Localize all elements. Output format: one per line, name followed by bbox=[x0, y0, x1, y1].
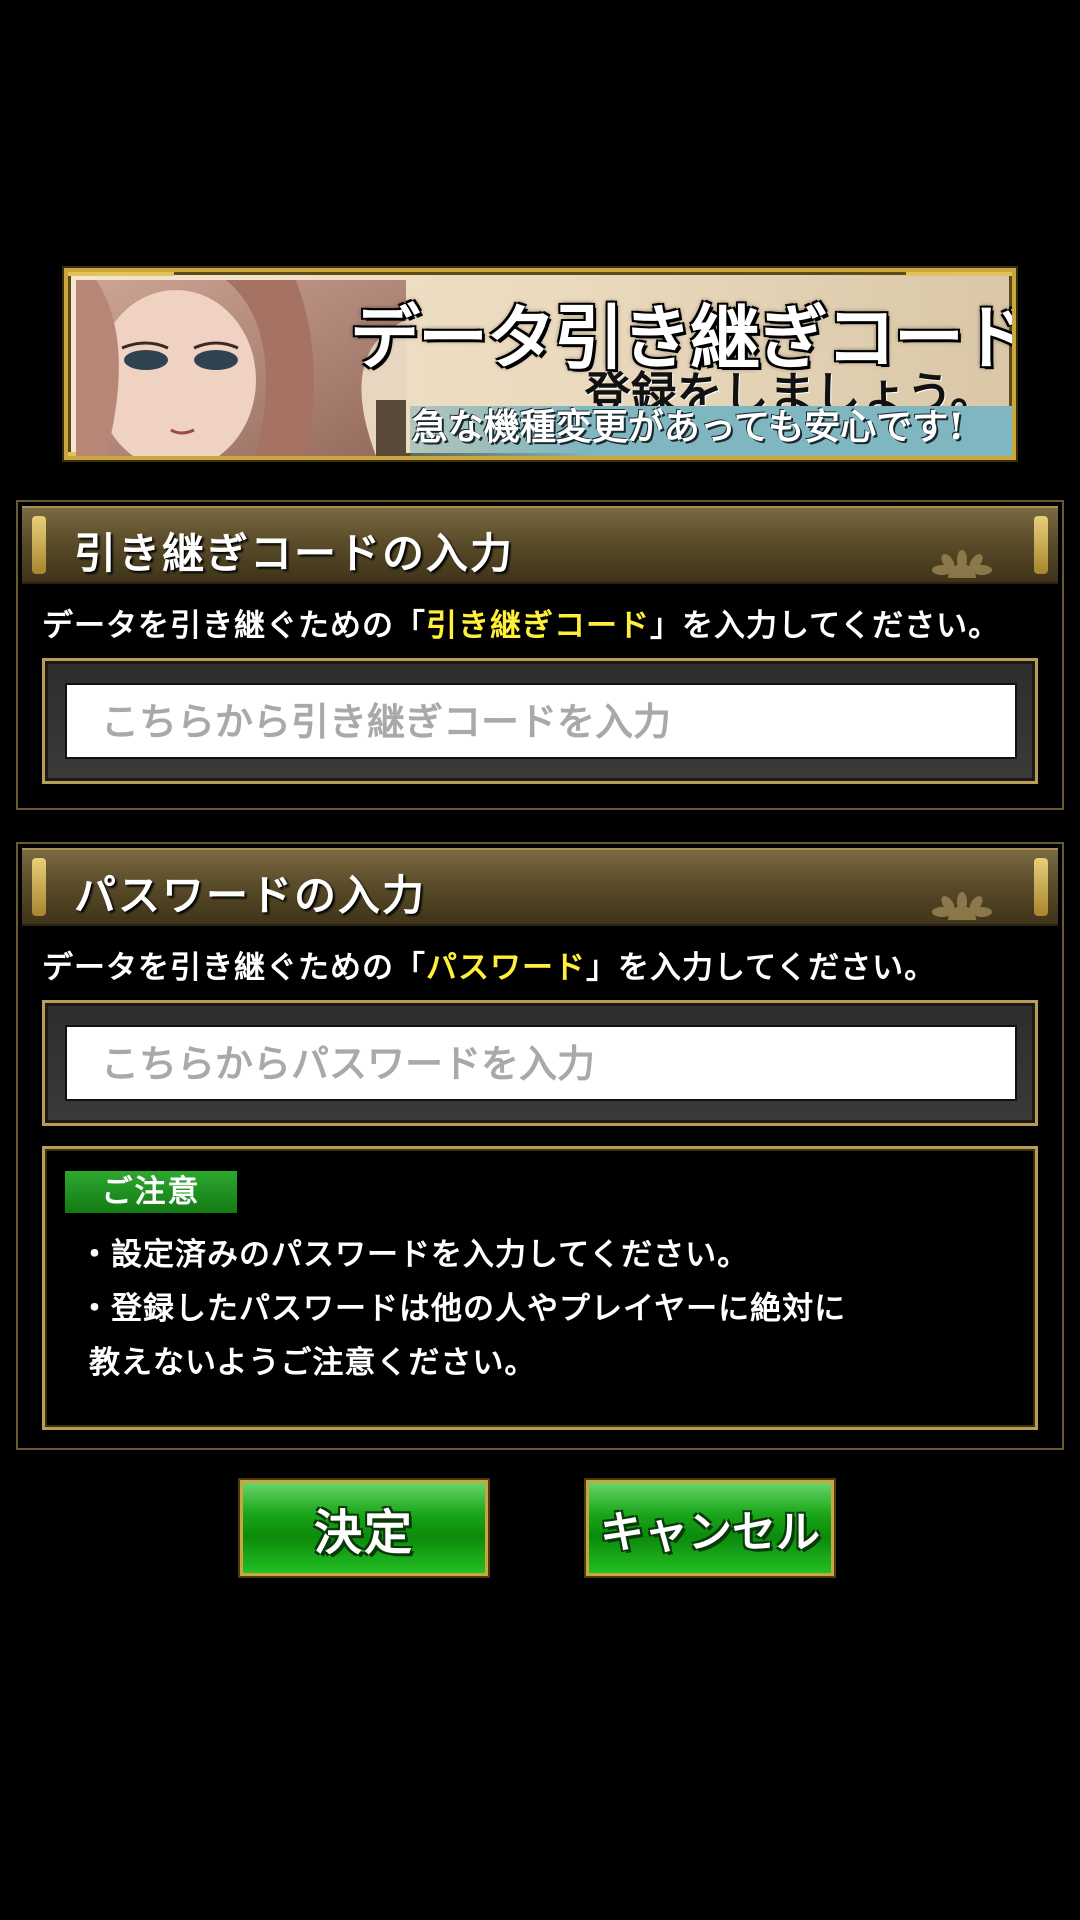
instruction-prefix: データを引き継ぐための「 bbox=[42, 950, 426, 986]
notice-badge: ご注意 bbox=[65, 1171, 237, 1213]
chrysanthemum-crest-icon bbox=[932, 892, 992, 920]
gold-bracket-icon bbox=[1034, 858, 1048, 916]
panel-title: 引き継ぎコードの入力 bbox=[74, 529, 515, 578]
password-panel: パスワードの入力 データを引き継ぐための「パスワード」を入力してください。 ご注… bbox=[16, 842, 1064, 1450]
notice-line: ・登録したパスワードは他の人やプレイヤーに絶対に bbox=[79, 1291, 847, 1327]
code-field-frame bbox=[42, 658, 1038, 784]
password-field-frame bbox=[42, 1000, 1038, 1126]
notice-line: 教えないようご注意ください。 bbox=[89, 1345, 537, 1381]
panel-title: パスワードの入力 bbox=[74, 871, 427, 920]
instruction-suffix: 」を入力してください。 bbox=[650, 608, 1001, 644]
cancel-button[interactable]: キャンセル bbox=[586, 1480, 834, 1576]
instruction-suffix: 」を入力してください。 bbox=[586, 950, 937, 986]
instruction-prefix: データを引き継ぐための「 bbox=[42, 608, 426, 644]
gold-bracket-icon bbox=[1034, 516, 1048, 574]
password-instruction: データを引き継ぐための「パスワード」を入力してください。 bbox=[42, 942, 936, 987]
instruction-highlight: 引き継ぎコード bbox=[426, 608, 650, 644]
confirm-button[interactable]: 決定 bbox=[240, 1480, 488, 1576]
transfer-code-input[interactable] bbox=[65, 683, 1017, 759]
panel-header: パスワードの入力 bbox=[22, 848, 1058, 926]
password-input[interactable] bbox=[65, 1025, 1017, 1101]
transfer-banner: データ引き継ぎコードの 登録をしましょう。 急な機種変更があっても安心です! bbox=[64, 268, 1016, 460]
gold-bracket-icon bbox=[32, 516, 46, 574]
instruction-highlight: パスワード bbox=[426, 950, 586, 986]
banner-tagline: 急な機種変更があっても安心です! bbox=[411, 406, 964, 448]
notice-box: ご注意 ・設定済みのパスワードを入力してください。 ・登録したパスワードは他の人… bbox=[42, 1146, 1038, 1430]
gold-bracket-icon bbox=[32, 858, 46, 916]
chrysanthemum-crest-icon bbox=[932, 550, 992, 578]
transfer-screen: データ引き継ぎコードの 登録をしましょう。 急な機種変更があっても安心です! 引… bbox=[0, 0, 1080, 1920]
code-instruction: データを引き継ぐための「引き継ぎコード」を入力してください。 bbox=[42, 600, 1000, 645]
panel-header: 引き継ぎコードの入力 bbox=[22, 506, 1058, 584]
banner-corner bbox=[68, 272, 174, 276]
transfer-code-panel: 引き継ぎコードの入力 データを引き継ぐための「引き継ぎコード」を入力してください… bbox=[16, 500, 1064, 810]
banner-corner bbox=[906, 272, 1012, 276]
notice-line: ・設定済みのパスワードを入力してください。 bbox=[79, 1237, 750, 1273]
